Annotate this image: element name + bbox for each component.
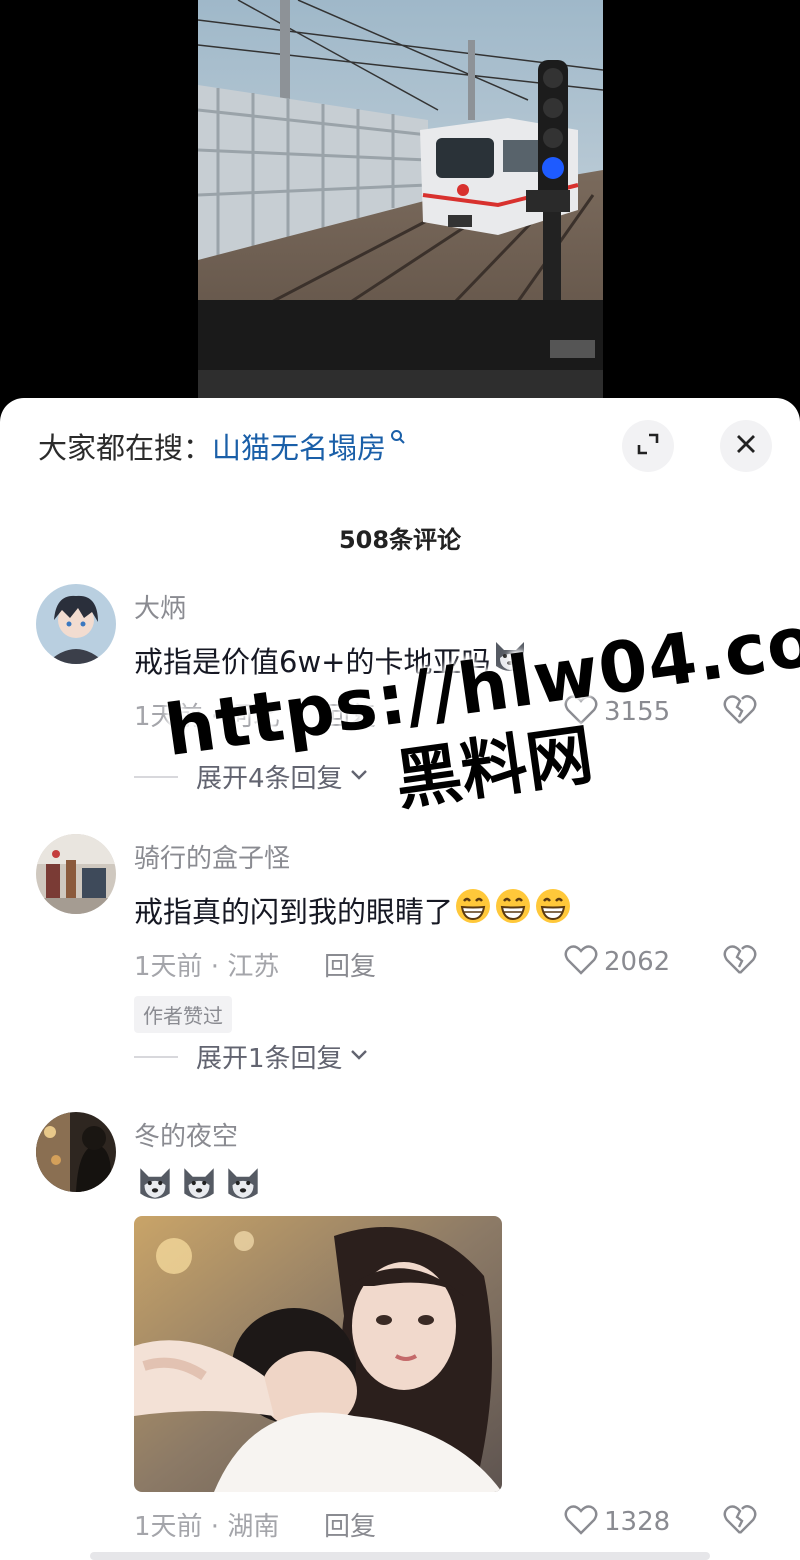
comment-text-content: 戒指真的闪到我的眼睛了 [134, 894, 454, 929]
reply-button[interactable]: 回复 [324, 1506, 376, 1543]
expand-replies-button[interactable]: 展开1条回复 [134, 1038, 369, 1075]
comment-meta: 1天前 · 湖南 [134, 1512, 280, 1542]
avatar[interactable] [36, 1112, 116, 1192]
comment-count: 508条评论 [338, 526, 462, 554]
close-button[interactable] [720, 420, 772, 472]
comment-username[interactable]: 大炳 [134, 588, 186, 625]
search-suggestion-keyword[interactable]: 山猫无名塌房 [212, 425, 386, 467]
bottom-divider [90, 1552, 710, 1560]
avatar[interactable] [36, 584, 116, 664]
avatar[interactable] [36, 834, 116, 914]
comment-time: 1天前 [134, 952, 203, 982]
expand-replies-label: 展开1条回复 [196, 1044, 343, 1074]
comment-photo[interactable] [134, 1216, 502, 1492]
comment-time: 1天前 [134, 1512, 203, 1542]
comment-location: 江苏 [227, 952, 280, 982]
husky-emoji [178, 1162, 220, 1211]
comment-location: 湖南 [227, 1512, 280, 1542]
comment-emoji-row [134, 1162, 264, 1211]
heart-icon [564, 944, 598, 980]
like-button[interactable]: 2062 [564, 944, 670, 980]
reply-button[interactable]: 回复 [324, 946, 376, 983]
search-icon [390, 429, 406, 449]
search-suggestion[interactable]: 大家都在搜： 山猫无名塌房 [38, 424, 406, 468]
husky-emoji [134, 1162, 176, 1211]
video-player[interactable] [0, 0, 800, 420]
like-count: 2062 [604, 947, 671, 977]
author-liked-badge: 作者赞过 [134, 996, 232, 1033]
close-icon [735, 433, 757, 459]
comment-meta: 1天前 · 江苏 [134, 952, 280, 982]
divider [134, 1055, 178, 1058]
comment-username[interactable]: 冬的夜空 [134, 1116, 238, 1153]
grin-emoji [493, 886, 533, 933]
grin-emoji [453, 886, 493, 933]
broken-heart-icon [722, 945, 758, 980]
like-count: 1328 [604, 1507, 671, 1537]
collapse-button[interactable] [622, 420, 674, 472]
heart-icon [564, 1504, 598, 1540]
train-video-still [198, 0, 603, 400]
chevron-down-icon [349, 1047, 369, 1066]
dislike-button[interactable] [722, 944, 758, 980]
grin-emoji [533, 886, 573, 933]
search-suggestion-prefix: 大家都在搜： [38, 431, 213, 465]
dislike-button[interactable] [722, 1504, 758, 1540]
video-frame[interactable] [198, 0, 603, 400]
husky-emoji [222, 1162, 264, 1211]
collapse-icon [636, 432, 660, 460]
comment-sheet: 大家都在搜： 山猫无名塌房 508条评论 大炳 戒指是价值6w+的卡地亚吗 1天… [0, 398, 800, 1560]
broken-heart-icon [722, 1505, 758, 1540]
like-button[interactable]: 1328 [564, 1504, 670, 1540]
